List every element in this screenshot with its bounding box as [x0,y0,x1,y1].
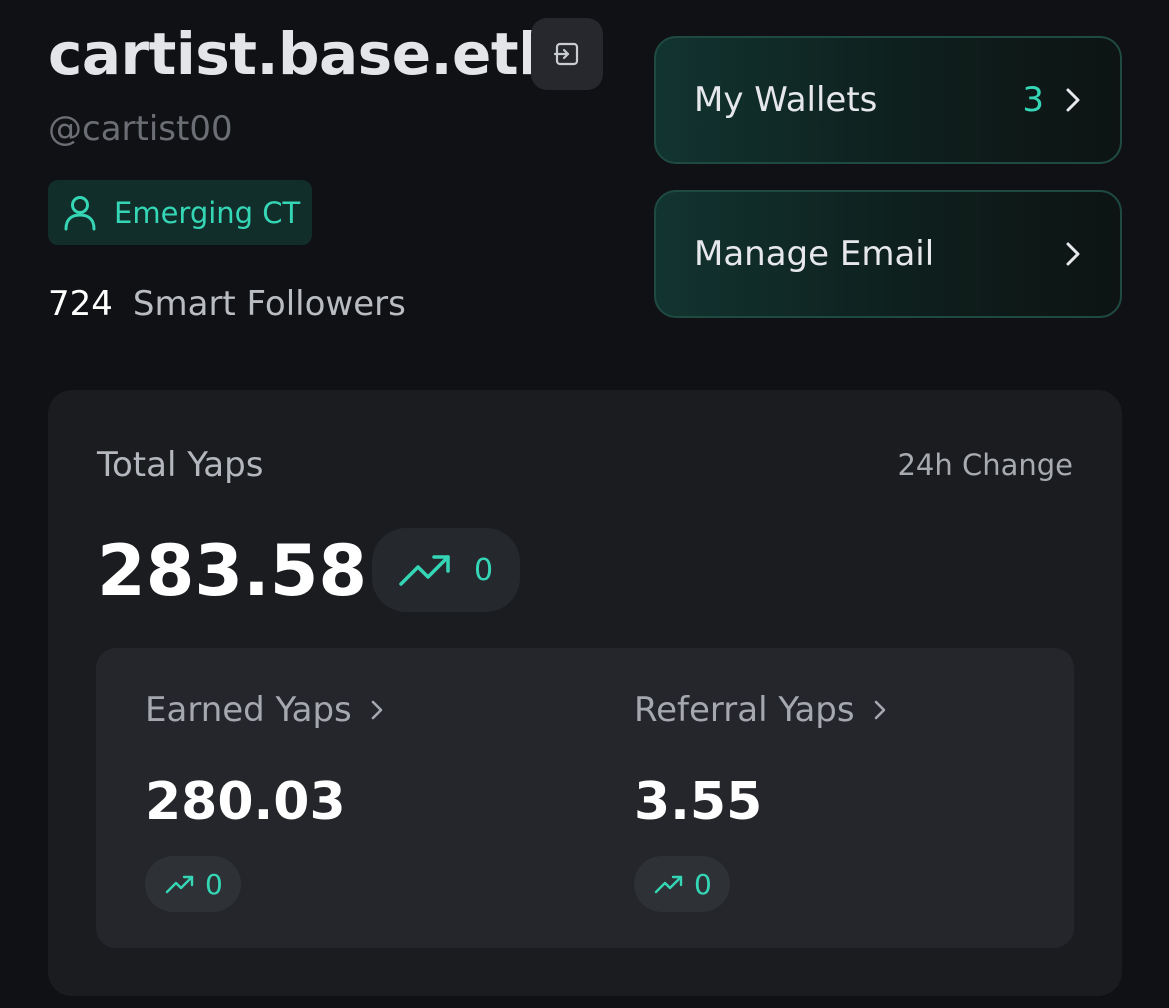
referral-change-value: 0 [694,867,712,901]
total-yaps-value: 283.58 [97,530,368,612]
display-name: cartist.base.eth [48,20,559,88]
earned-change-value: 0 [205,867,223,901]
chevron-right-icon [1064,240,1082,268]
yaps-panel: Total Yaps 24h Change 283.58 0 Earned Ya… [48,390,1122,996]
earned-yaps-label: Earned Yaps [145,690,352,730]
wallets-count: 3 [1022,80,1044,120]
yaps-breakdown: Earned Yaps 280.03 0 Referral Yaps 3.55 … [96,648,1074,948]
my-wallets-label: My Wallets [694,80,878,120]
smart-followers-count: 724 [48,284,113,324]
referral-yaps-link[interactable]: Referral Yaps [634,690,887,730]
my-wallets-button[interactable]: My Wallets 3 [654,36,1122,164]
total-change-badge: 0 [372,528,520,612]
chevron-right-icon [873,698,887,722]
total-yaps-label: Total Yaps [97,445,264,485]
trending-up-icon [654,873,684,895]
earned-yaps-link[interactable]: Earned Yaps [145,690,384,730]
logout-icon [552,39,582,69]
user-handle: @cartist00 [48,109,233,149]
referral-yaps-label: Referral Yaps [634,690,855,730]
earned-yaps-value: 280.03 [145,772,346,832]
total-change-value: 0 [474,552,494,588]
manage-email-button[interactable]: Manage Email [654,190,1122,318]
trending-up-icon [398,552,454,588]
referral-change-badge: 0 [634,856,730,912]
manage-email-label: Manage Email [694,234,935,274]
referral-yaps-value: 3.55 [634,772,763,832]
smart-followers: 724 Smart Followers [48,284,406,324]
trending-up-icon [165,873,195,895]
chevron-right-icon [370,698,384,722]
tier-label: Emerging CT [114,195,301,230]
change-24h-label: 24h Change [897,448,1073,482]
user-icon [62,194,98,232]
tier-badge: Emerging CT [48,180,312,245]
smart-followers-label: Smart Followers [132,284,406,324]
logout-button[interactable] [531,18,603,90]
profile-page: cartist.base.eth @cartist00 Emerging CT … [0,0,1169,1008]
earned-change-badge: 0 [145,856,241,912]
chevron-right-icon [1064,86,1082,114]
